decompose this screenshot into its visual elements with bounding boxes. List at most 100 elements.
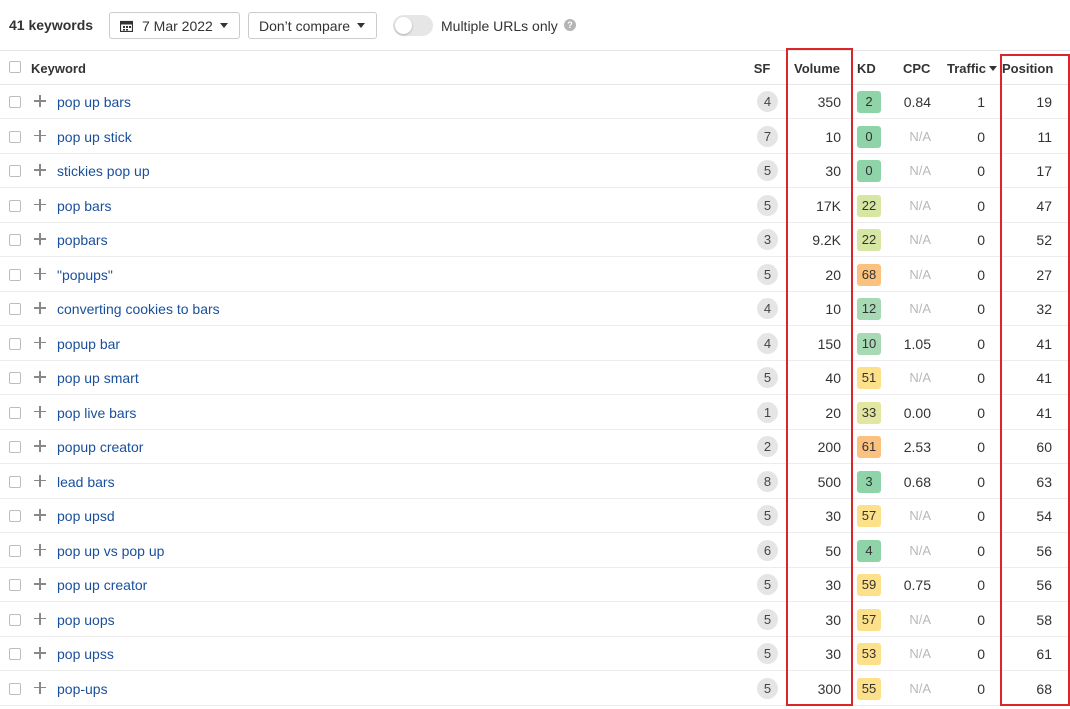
cpc-value: N/A [909, 370, 931, 385]
row-checkbox[interactable] [9, 337, 21, 350]
volume-value: 9.2K [812, 232, 841, 248]
row-checkbox[interactable] [9, 96, 21, 108]
sf-badge[interactable]: 7 [757, 125, 778, 147]
keyword-link[interactable]: pop up stick [57, 129, 132, 145]
row-checkbox[interactable] [9, 234, 21, 246]
keyword-link[interactable]: pop up vs pop up [57, 543, 164, 559]
keyword-link[interactable]: pop bars [57, 198, 111, 214]
plus-icon[interactable] [34, 267, 46, 280]
column-cpc[interactable]: CPC [903, 61, 930, 76]
keyword-link[interactable]: popup creator [57, 439, 143, 455]
sf-badge[interactable]: 5 [757, 505, 778, 526]
calendar-icon [120, 20, 133, 32]
table-row: pop up creator 5 30 59 0.75 0 56 [0, 568, 1070, 602]
plus-icon[interactable] [34, 647, 46, 659]
traffic-value: 0 [977, 197, 985, 214]
keyword-link[interactable]: pop up creator [57, 577, 147, 593]
sf-badge[interactable]: 4 [757, 91, 778, 112]
plus-icon[interactable] [34, 302, 46, 314]
plus-icon[interactable] [34, 509, 46, 521]
sf-badge[interactable]: 5 [757, 160, 778, 181]
plus-icon[interactable] [34, 474, 46, 487]
column-position[interactable]: Position [1002, 61, 1053, 76]
keyword-link[interactable]: popup bar [57, 336, 120, 352]
sf-badge[interactable]: 6 [757, 539, 778, 561]
plus-icon[interactable] [34, 578, 46, 590]
row-checkbox[interactable] [9, 648, 21, 660]
plus-icon[interactable] [34, 612, 46, 625]
sf-badge[interactable]: 5 [757, 263, 778, 285]
sf-badge[interactable]: 4 [757, 332, 778, 354]
plus-icon[interactable] [34, 440, 46, 452]
keyword-link[interactable]: pop upss [57, 646, 114, 662]
sf-badge[interactable]: 2 [757, 436, 778, 457]
select-all-checkbox[interactable] [9, 61, 21, 73]
column-traffic[interactable]: Traffic [947, 61, 998, 76]
plus-icon[interactable] [34, 336, 46, 349]
keyword-link[interactable]: "popups" [57, 267, 113, 283]
date-picker-button[interactable]: 7 Mar 2022 [109, 12, 240, 39]
kd-badge: 68 [857, 263, 881, 286]
volume-value: 30 [825, 646, 841, 662]
sf-badge[interactable]: 5 [757, 643, 778, 664]
column-volume[interactable]: Volume [794, 61, 840, 76]
keyword-link[interactable]: popbars [57, 232, 108, 248]
row-checkbox[interactable] [9, 406, 21, 419]
row-checkbox[interactable] [9, 165, 21, 177]
plus-icon[interactable] [34, 543, 46, 556]
keyword-link[interactable]: stickies pop up [57, 163, 150, 179]
keyword-link[interactable]: lead bars [57, 474, 115, 490]
row-checkbox[interactable] [9, 268, 21, 281]
row-checkbox[interactable] [9, 510, 21, 522]
multiple-urls-toggle[interactable] [393, 15, 433, 36]
plus-icon[interactable] [34, 405, 46, 418]
row-checkbox[interactable] [9, 579, 21, 591]
row-checkbox[interactable] [9, 475, 21, 488]
keyword-link[interactable]: pop uops [57, 612, 115, 628]
sf-badge[interactable]: 3 [757, 229, 778, 250]
plus-icon[interactable] [34, 371, 46, 383]
cpc-value: N/A [909, 542, 931, 558]
column-keyword[interactable]: Keyword [31, 61, 86, 76]
sf-badge[interactable]: 8 [757, 470, 778, 492]
sf-badge[interactable]: 1 [757, 401, 778, 423]
sf-badge[interactable]: 5 [757, 194, 778, 216]
compare-dropdown[interactable]: Don’t compare [248, 12, 377, 39]
row-checkbox[interactable] [9, 544, 21, 557]
sf-badge[interactable]: 5 [757, 574, 778, 595]
column-kd[interactable]: KD [857, 61, 876, 76]
cpc-value: N/A [909, 680, 931, 696]
keyword-link[interactable]: pop live bars [57, 405, 136, 421]
column-sf[interactable]: SF [750, 61, 774, 76]
keyword-link[interactable]: pop up smart [57, 370, 139, 386]
row-checkbox[interactable] [9, 303, 21, 315]
plus-icon[interactable] [34, 233, 46, 245]
position-value: 41 [1036, 370, 1052, 386]
keyword-link[interactable]: converting cookies to bars [57, 301, 220, 317]
position-value: 68 [1036, 680, 1052, 697]
sf-badge[interactable]: 5 [757, 677, 778, 699]
chevron-down-icon [357, 23, 365, 28]
table-row: popup bar 4 150 10 1.05 0 41 [0, 327, 1070, 361]
plus-icon[interactable] [34, 681, 46, 694]
traffic-value: 0 [977, 163, 985, 179]
sf-badge[interactable]: 5 [757, 367, 778, 388]
row-checkbox[interactable] [9, 199, 21, 212]
keyword-link[interactable]: pop-ups [57, 681, 108, 697]
plus-icon[interactable] [34, 95, 46, 107]
row-checkbox[interactable] [9, 682, 21, 695]
help-icon[interactable]: ? [564, 19, 576, 31]
plus-icon[interactable] [34, 164, 46, 176]
row-checkbox[interactable] [9, 130, 21, 143]
plus-icon[interactable] [34, 198, 46, 211]
traffic-value: 0 [977, 370, 985, 386]
plus-icon[interactable] [34, 129, 46, 142]
sf-badge[interactable]: 5 [757, 608, 778, 630]
row-checkbox[interactable] [9, 613, 21, 626]
position-value: 60 [1036, 439, 1052, 455]
row-checkbox[interactable] [9, 372, 21, 384]
row-checkbox[interactable] [9, 441, 21, 453]
keyword-link[interactable]: pop upsd [57, 508, 115, 524]
sf-badge[interactable]: 4 [757, 298, 778, 319]
keyword-link[interactable]: pop up bars [57, 94, 131, 110]
